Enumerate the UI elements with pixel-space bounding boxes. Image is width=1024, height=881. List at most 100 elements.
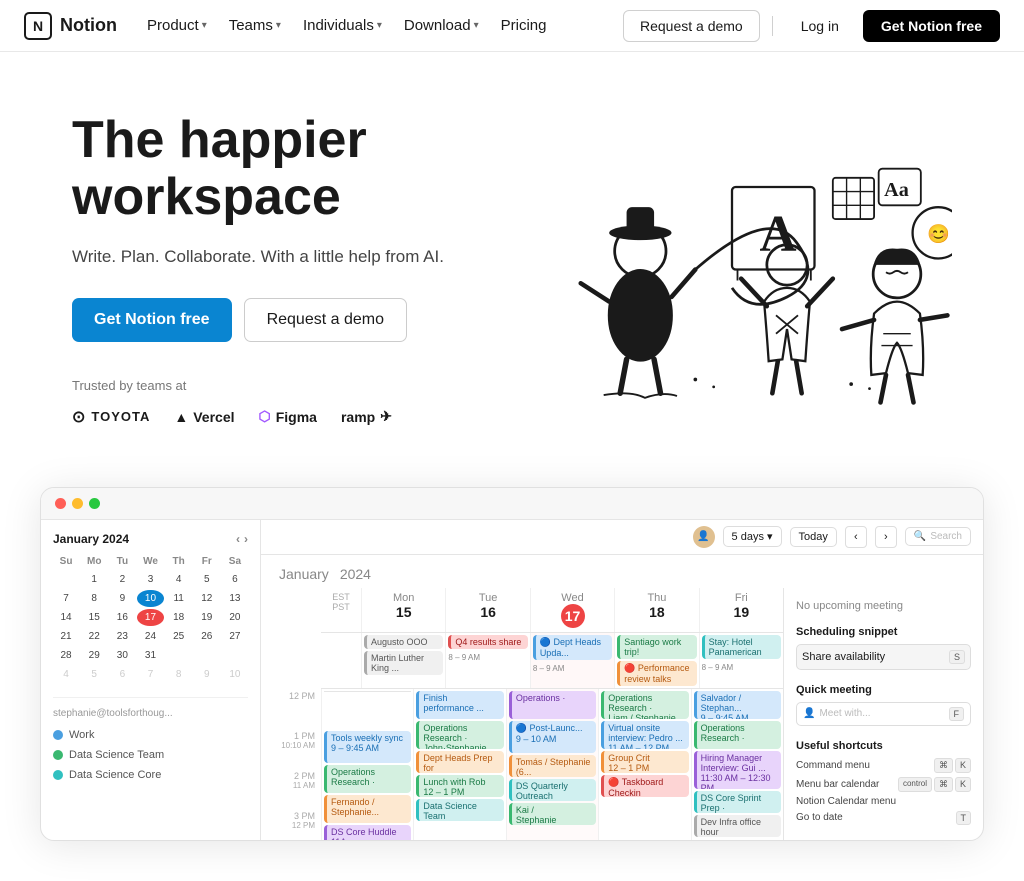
- event-santiago[interactable]: Santiago work trip!: [617, 635, 696, 659]
- meet-with-input[interactable]: 👤 Meet with... F: [796, 702, 971, 726]
- event-ds-core-sprint[interactable]: DS Core Sprint Prep ·: [694, 791, 781, 813]
- get-notion-free-button-header[interactable]: Get Notion free: [863, 10, 1000, 42]
- mini-day[interactable]: 6: [222, 571, 248, 588]
- day-header-mo: Mo: [81, 554, 107, 569]
- event-taskboard[interactable]: 🔴 Taskboard Checkin: [601, 775, 688, 797]
- mini-day[interactable]: 9: [194, 666, 220, 683]
- event-ops-research-fri[interactable]: Operations Research ·: [694, 721, 781, 749]
- mini-day[interactable]: 28: [53, 647, 79, 664]
- event-dept-heads-prep[interactable]: Dept Heads Prep for: [416, 751, 503, 773]
- nav-teams[interactable]: Teams ▾: [219, 11, 291, 40]
- get-notion-free-button-hero[interactable]: Get Notion free: [72, 298, 232, 342]
- nav-download[interactable]: Download ▾: [394, 11, 489, 40]
- mini-day[interactable]: 8: [166, 666, 192, 683]
- mini-day[interactable]: 4: [53, 666, 79, 683]
- mini-day[interactable]: 8: [81, 590, 107, 607]
- cal-next-button[interactable]: ›: [875, 526, 897, 548]
- mini-day[interactable]: [166, 647, 192, 664]
- calendar-search[interactable]: 🔍 Search: [905, 527, 971, 546]
- mini-day[interactable]: 16: [109, 609, 135, 626]
- mini-day[interactable]: 20: [222, 609, 248, 626]
- mini-day[interactable]: 10: [222, 666, 248, 683]
- mini-day[interactable]: 30: [109, 647, 135, 664]
- nav-product[interactable]: Product ▾: [137, 11, 217, 40]
- mini-day[interactable]: 12: [194, 590, 220, 607]
- share-availability-button[interactable]: Share availability S: [796, 644, 971, 670]
- mini-day[interactable]: 3: [137, 571, 163, 588]
- mini-day[interactable]: 11: [166, 590, 192, 607]
- event-salvador[interactable]: Salvador / Stephan...9 – 9:45 AM: [694, 691, 781, 719]
- mini-day[interactable]: [53, 571, 79, 588]
- event-virtual-onsite[interactable]: Virtual onsiteinterview: Pedro ...11 AM …: [601, 721, 688, 749]
- nav-pricing[interactable]: Pricing: [491, 11, 557, 40]
- mini-day[interactable]: 7: [53, 590, 79, 607]
- event-finish-perf[interactable]: Finish performance ...: [416, 691, 503, 719]
- cal-prev-button[interactable]: ‹: [845, 526, 867, 548]
- mini-day[interactable]: 15: [81, 609, 107, 626]
- mini-day[interactable]: 18: [166, 609, 192, 626]
- window-chrome: [41, 488, 983, 520]
- mini-day[interactable]: 25: [166, 628, 192, 645]
- mini-day[interactable]: 1: [81, 571, 107, 588]
- mini-day-10[interactable]: 10: [137, 590, 163, 607]
- mini-day[interactable]: 6: [109, 666, 135, 683]
- mini-day[interactable]: 29: [81, 647, 107, 664]
- mini-day[interactable]: 26: [194, 628, 220, 645]
- event-kai-stephanie[interactable]: Kai /Stephanie: [509, 803, 596, 825]
- window-maximize-dot: [89, 498, 100, 509]
- mini-day[interactable]: 4: [166, 571, 192, 588]
- event-dev-infra[interactable]: Dev Infra office hour: [694, 815, 781, 837]
- logo[interactable]: N Notion: [24, 12, 117, 40]
- event-lunch-rob[interactable]: Lunch with Rob12 – 1 PM: [416, 775, 503, 797]
- mini-day[interactable]: 23: [109, 628, 135, 645]
- request-demo-button[interactable]: Request a demo: [623, 10, 760, 42]
- event-ds-core[interactable]: DS Core Huddle 11A...: [324, 825, 411, 840]
- mini-cal-prev[interactable]: ‹: [236, 532, 240, 546]
- event-ops-research-mon[interactable]: Operations Research ·: [324, 765, 411, 793]
- event-hotel[interactable]: Stay: Hotel Panamerican: [702, 635, 781, 659]
- login-button[interactable]: Log in: [785, 11, 855, 41]
- mini-day[interactable]: 2: [109, 571, 135, 588]
- mini-day[interactable]: 14: [53, 609, 79, 626]
- mini-day[interactable]: 7: [137, 666, 163, 683]
- mini-day[interactable]: 24: [137, 628, 163, 645]
- event-post-launch[interactable]: 🔵 Post-Launc...9 – 10 AM: [509, 721, 596, 753]
- mini-day[interactable]: 31: [137, 647, 163, 664]
- chevron-down-icon: ▾: [767, 530, 773, 543]
- today-button[interactable]: Today: [790, 527, 837, 547]
- days-view-button[interactable]: 5 days ▾: [723, 526, 782, 547]
- event-ds-quarterly[interactable]: DS QuarterlyOutreach: [509, 779, 596, 801]
- user-calendar-ds-core[interactable]: Data Science Core: [53, 769, 248, 781]
- mini-day[interactable]: 21: [53, 628, 79, 645]
- event-q4-results[interactable]: Q4 results share: [448, 635, 527, 649]
- event-hiring-mgr-fri[interactable]: Hiring ManagerInterview: Gui ...11:30 AM…: [694, 751, 781, 789]
- mini-day[interactable]: [194, 647, 220, 664]
- event-tools-weekly[interactable]: Tools weekly sync9 – 9:45 AM: [324, 731, 411, 763]
- mini-day[interactable]: 9: [109, 590, 135, 607]
- event-perf-review[interactable]: 🔴 Performance review talks: [617, 661, 696, 686]
- mini-day[interactable]: 5: [194, 571, 220, 588]
- event-mlk[interactable]: Martin Luther King ...: [364, 651, 443, 675]
- user-calendar-work[interactable]: Work: [53, 729, 248, 741]
- nav-individuals[interactable]: Individuals ▾: [293, 11, 392, 40]
- mini-day-17-today[interactable]: 17: [137, 609, 163, 626]
- mini-day[interactable]: 13: [222, 590, 248, 607]
- event-ds-team-meets[interactable]: Data Science TeamMeets: [416, 799, 503, 821]
- event-fernando[interactable]: Fernando / Stephanie...: [324, 795, 411, 823]
- mini-day[interactable]: 27: [222, 628, 248, 645]
- event-dept-heads[interactable]: 🔵 Dept Heads Upda...: [533, 635, 612, 660]
- mini-day[interactable]: [222, 647, 248, 664]
- figma-icon: ⬡: [259, 408, 271, 425]
- event-ops-research-thu[interactable]: Operations Research ·Liam / Stephanie we…: [601, 691, 688, 719]
- mini-day[interactable]: 19: [194, 609, 220, 626]
- event-operations-wed[interactable]: Operations ·: [509, 691, 596, 719]
- event-augusto-ooo[interactable]: Augusto OOO: [364, 635, 443, 649]
- mini-day[interactable]: 5: [81, 666, 107, 683]
- event-group-crit[interactable]: Group Crit12 – 1 PM: [601, 751, 688, 773]
- event-ops-research-tue[interactable]: Operations Research ·John·StephanieCoffe…: [416, 721, 503, 749]
- mini-day[interactable]: 22: [81, 628, 107, 645]
- user-calendar-ds-team[interactable]: Data Science Team: [53, 749, 248, 761]
- mini-cal-next[interactable]: ›: [244, 532, 248, 546]
- request-demo-button-hero[interactable]: Request a demo: [244, 298, 407, 342]
- event-tomas-stephanie[interactable]: Tomás / Stephanie (6...: [509, 755, 596, 777]
